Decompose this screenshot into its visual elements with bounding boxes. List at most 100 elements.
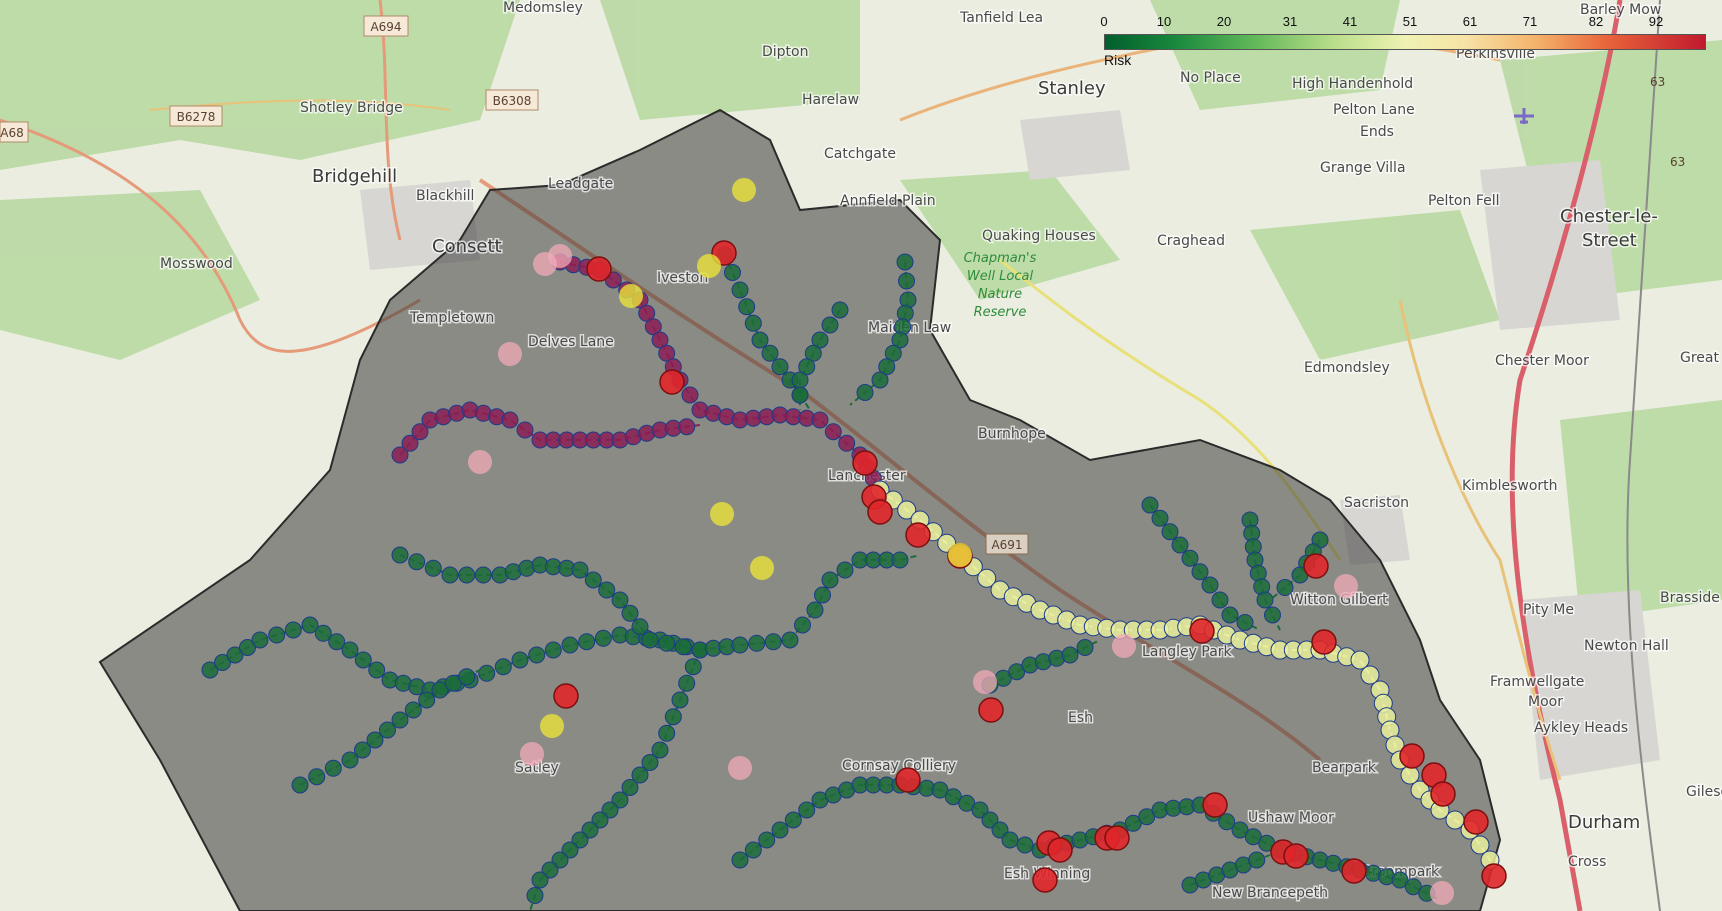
high-risk-marker[interactable] xyxy=(1189,618,1215,644)
risk-marker[interactable] xyxy=(731,636,749,654)
risk-marker[interactable] xyxy=(724,264,741,281)
risk-marker[interactable] xyxy=(1248,851,1266,869)
low-confidence-marker[interactable] xyxy=(728,756,752,780)
high-risk-marker[interactable] xyxy=(1202,792,1228,818)
risk-marker[interactable] xyxy=(1161,523,1179,541)
high-risk-marker[interactable] xyxy=(852,450,878,476)
risk-marker[interactable] xyxy=(631,618,649,636)
risk-marker[interactable] xyxy=(1221,606,1239,624)
risk-marker[interactable] xyxy=(781,631,799,649)
risk-marker[interactable] xyxy=(731,281,749,299)
risk-marker[interactable] xyxy=(478,664,496,682)
risk-marker[interactable] xyxy=(516,421,534,439)
medium-risk-marker[interactable] xyxy=(948,543,972,567)
risk-marker[interactable] xyxy=(678,418,696,436)
risk-marker[interactable] xyxy=(1151,509,1169,527)
risk-marker[interactable] xyxy=(824,423,842,441)
risk-marker[interactable] xyxy=(1076,639,1094,656)
risk-marker[interactable] xyxy=(391,546,409,564)
high-risk-marker[interactable] xyxy=(1047,837,1073,863)
risk-marker[interactable] xyxy=(731,851,749,869)
medium-risk-marker[interactable] xyxy=(750,556,774,580)
risk-marker[interactable] xyxy=(664,708,682,726)
risk-marker[interactable] xyxy=(1236,614,1254,631)
high-risk-marker[interactable] xyxy=(1311,629,1337,655)
high-risk-marker[interactable] xyxy=(1463,809,1489,835)
low-confidence-marker[interactable] xyxy=(498,342,522,366)
risk-marker[interactable] xyxy=(671,691,689,709)
risk-marker[interactable] xyxy=(794,616,811,634)
high-risk-marker[interactable] xyxy=(1032,867,1058,893)
risk-marker[interactable] xyxy=(578,633,596,651)
medium-risk-marker[interactable] xyxy=(619,284,643,308)
high-risk-marker[interactable] xyxy=(895,767,921,793)
risk-marker[interactable] xyxy=(836,561,854,579)
risk-marker[interactable] xyxy=(1001,831,1019,849)
risk-marker[interactable] xyxy=(474,566,492,584)
risk-marker[interactable] xyxy=(1191,563,1209,581)
risk-marker[interactable] xyxy=(341,641,359,659)
high-risk-marker[interactable] xyxy=(1481,863,1507,889)
risk-marker[interactable] xyxy=(811,411,829,429)
risk-marker[interactable] xyxy=(1181,549,1199,567)
risk-marker[interactable] xyxy=(838,434,856,452)
risk-marker[interactable] xyxy=(641,631,659,649)
high-risk-marker[interactable] xyxy=(1104,825,1130,851)
high-risk-marker[interactable] xyxy=(1399,743,1425,769)
risk-marker[interactable] xyxy=(308,768,326,786)
risk-marker[interactable] xyxy=(771,358,789,376)
risk-marker[interactable] xyxy=(758,831,776,849)
low-confidence-marker[interactable] xyxy=(1430,881,1454,905)
risk-marker[interactable] xyxy=(584,571,602,589)
risk-marker[interactable] xyxy=(561,636,579,654)
low-confidence-marker[interactable] xyxy=(1334,574,1358,598)
risk-marker[interactable] xyxy=(268,626,286,644)
risk-marker[interactable] xyxy=(598,581,616,599)
risk-marker[interactable] xyxy=(1264,606,1281,624)
low-confidence-marker[interactable] xyxy=(520,742,544,766)
risk-marker[interactable] xyxy=(764,633,782,651)
risk-marker[interactable] xyxy=(1061,646,1079,664)
risk-marker[interactable] xyxy=(891,551,909,569)
risk-marker[interactable] xyxy=(658,634,676,652)
risk-marker[interactable] xyxy=(791,386,809,404)
risk-marker[interactable] xyxy=(531,871,549,889)
risk-marker[interactable] xyxy=(821,316,839,334)
risk-marker[interactable] xyxy=(284,621,302,639)
risk-marker[interactable] xyxy=(324,759,342,777)
low-confidence-marker[interactable] xyxy=(973,670,997,694)
risk-marker[interactable] xyxy=(771,821,789,839)
high-risk-marker[interactable] xyxy=(1303,553,1329,579)
risk-marker[interactable] xyxy=(1201,576,1219,594)
risk-marker[interactable] xyxy=(791,371,809,389)
risk-marker[interactable] xyxy=(251,631,269,649)
risk-marker[interactable] xyxy=(761,344,779,362)
risk-marker[interactable] xyxy=(424,559,442,577)
risk-marker[interactable] xyxy=(751,331,769,349)
high-risk-marker[interactable] xyxy=(1283,843,1309,869)
risk-marker[interactable] xyxy=(494,658,512,676)
medium-risk-marker[interactable] xyxy=(697,254,721,278)
high-risk-marker[interactable] xyxy=(586,256,612,282)
risk-marker[interactable] xyxy=(354,651,372,669)
risk-marker[interactable] xyxy=(408,553,426,571)
low-confidence-marker[interactable] xyxy=(468,450,492,474)
risk-marker[interactable] xyxy=(684,658,702,676)
risk-marker[interactable] xyxy=(611,591,629,609)
risk-marker[interactable] xyxy=(528,646,546,664)
risk-map[interactable]: Medomsley Tanfield Lea Barley Mow Dipton… xyxy=(0,0,1722,911)
risk-marker[interactable] xyxy=(594,629,612,647)
risk-marker[interactable] xyxy=(744,841,762,859)
high-risk-marker[interactable] xyxy=(867,499,893,525)
risk-marker[interactable] xyxy=(368,661,386,679)
risk-marker[interactable] xyxy=(856,384,874,401)
high-risk-marker[interactable] xyxy=(659,369,685,395)
risk-marker[interactable] xyxy=(1211,591,1229,609)
risk-marker[interactable] xyxy=(871,371,889,389)
risk-marker[interactable] xyxy=(738,298,756,316)
risk-marker[interactable] xyxy=(681,386,699,404)
risk-marker[interactable] xyxy=(806,601,824,619)
risk-marker[interactable] xyxy=(898,272,915,290)
risk-marker[interactable] xyxy=(511,651,529,669)
risk-marker[interactable] xyxy=(458,566,476,584)
